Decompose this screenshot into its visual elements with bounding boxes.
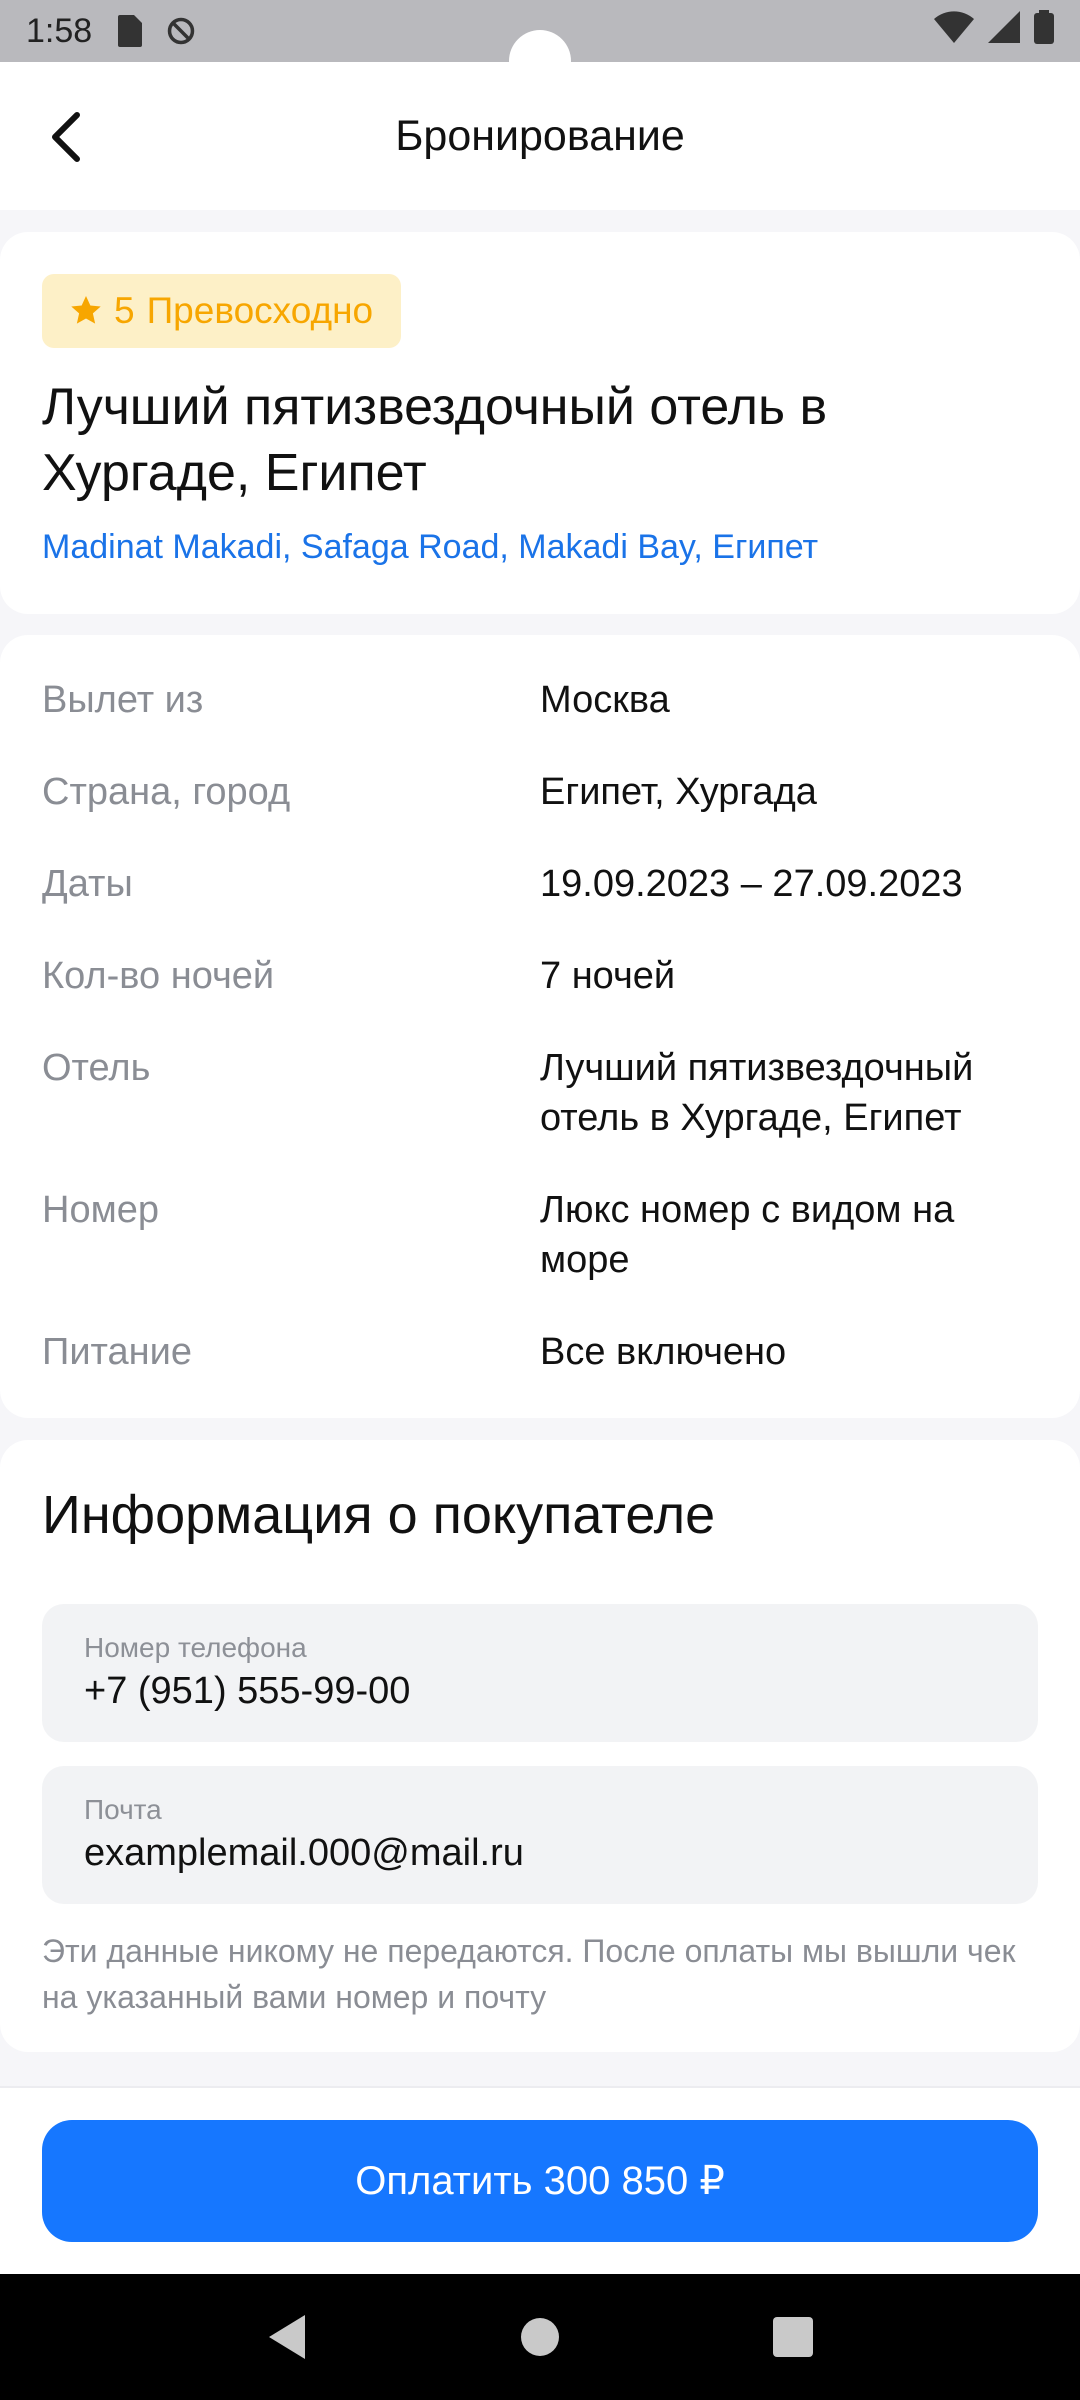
wifi-icon (934, 10, 974, 52)
pay-button[interactable]: Оплатить 300 850 ₽ (42, 2120, 1038, 2242)
detail-row-nights: Кол-во ночей 7 ночей (42, 951, 1038, 1001)
system-nav-bar (0, 2274, 1080, 2400)
back-button[interactable] (30, 102, 100, 172)
detail-value: Все включено (540, 1331, 787, 1373)
status-time: 1:58 (26, 11, 93, 50)
detail-row-room: Номер Люкс номер с видом на море (42, 1185, 1038, 1285)
rating-text: Превосходно (146, 290, 374, 331)
detail-value: Люкс номер с видом на море (540, 1189, 955, 1281)
detail-label: Питание (42, 1331, 192, 1373)
back-arrow-icon (52, 112, 80, 162)
detail-value: 7 ночей (540, 955, 676, 997)
detail-row-country-city: Страна, город Египет, Хургада (42, 767, 1038, 817)
email-field[interactable]: Почта examplemail.000@mail.ru (42, 1766, 1038, 1904)
detail-label: Номер (42, 1189, 159, 1231)
page-title: Бронирование (395, 111, 685, 160)
phone-field-label: Номер телефона (84, 1632, 307, 1663)
detail-value: 19.09.2023 – 27.09.2023 (540, 863, 963, 905)
signal-icon (988, 10, 1020, 52)
privacy-note: Эти данные никому не передаются. После о… (42, 1933, 1016, 2015)
nav-home-button[interactable] (510, 2307, 570, 2367)
rating-value: 5 (114, 290, 135, 331)
buyer-info-title: Информация о покупателе (42, 1485, 716, 1545)
detail-row-meals: Питание Все включено (42, 1327, 1038, 1377)
detail-label: Отель (42, 1047, 151, 1089)
rating-badge: 5 Превосходно (42, 274, 402, 348)
bottom-action-bar: Оплатить 300 850 ₽ (0, 2086, 1080, 2274)
battery-icon (1034, 9, 1054, 53)
phone-field-value[interactable]: +7 (951) 555-99-00 (84, 1670, 996, 1713)
buyer-info-card: Информация о покупателе Номер телефона +… (0, 1440, 1080, 2052)
email-field-value[interactable]: examplemail.000@mail.ru (84, 1832, 996, 1875)
detail-label: Вылет из (42, 679, 204, 721)
nav-recents-icon (773, 2317, 814, 2357)
detail-label: Даты (42, 863, 133, 905)
camera-cutout (509, 30, 571, 92)
star-icon (68, 293, 104, 329)
email-field-label: Почта (84, 1794, 162, 1825)
detail-value: Египет, Хургада (540, 771, 817, 813)
hotel-name: Лучший пятизвездочный отель в Хургаде, Е… (42, 378, 828, 502)
hotel-card: 5 Превосходно Лучший пятизвездочный отел… (0, 232, 1080, 614)
detail-label: Кол-во ночей (42, 955, 275, 997)
detail-row-departure: Вылет из Москва (42, 675, 1038, 725)
no-disturb-icon (166, 14, 196, 48)
detail-row-dates: Даты 19.09.2023 – 27.09.2023 (42, 859, 1038, 909)
detail-value: Москва (540, 679, 670, 721)
detail-row-hotel: Отель Лучший пятизвездочный отель в Хург… (42, 1043, 1038, 1143)
nav-back-button[interactable] (257, 2307, 317, 2367)
sd-card-icon (114, 14, 144, 48)
detail-label: Страна, город (42, 771, 291, 813)
nav-back-icon (268, 2315, 305, 2359)
booking-details-card: Вылет из Москва Страна, город Египет, Ху… (0, 635, 1080, 1418)
nav-recents-button[interactable] (763, 2307, 823, 2367)
detail-value: Лучший пятизвездочный отель в Хургаде, Е… (540, 1047, 974, 1139)
phone-field[interactable]: Номер телефона +7 (951) 555-99-00 (42, 1604, 1038, 1742)
hotel-address-link[interactable]: Madinat Makadi, Safaga Road, Makadi Bay,… (42, 528, 1038, 567)
nav-home-icon (520, 2318, 559, 2356)
